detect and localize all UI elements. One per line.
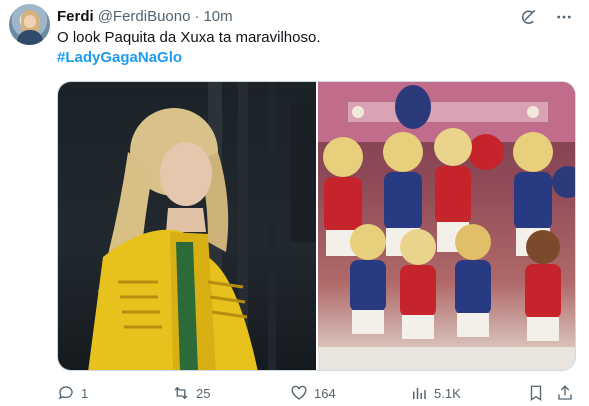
repost-button[interactable]: 25 xyxy=(172,382,210,404)
timestamp[interactable]: 10m xyxy=(203,8,232,25)
views-button[interactable]: 5.1K xyxy=(410,382,461,404)
photo-group-red-blue-uniforms[interactable] xyxy=(318,82,575,370)
like-count: 164 xyxy=(314,385,336,401)
view-count: 5.1K xyxy=(434,385,461,401)
grok-icon[interactable] xyxy=(517,6,539,28)
author-display-name[interactable]: Ferdi xyxy=(57,8,94,25)
avatar[interactable] xyxy=(9,4,50,45)
author-handle[interactable]: @FerdiBuono xyxy=(98,8,191,25)
heart-icon xyxy=(291,385,307,400)
photo-performer-yellow-jacket[interactable] xyxy=(58,82,316,370)
reply-button[interactable]: 1 xyxy=(57,382,88,404)
tweet-action-bar: 1 25 164 5.1K xyxy=(57,382,576,404)
like-button[interactable]: 164 xyxy=(290,382,336,404)
bookmark-button[interactable] xyxy=(527,382,545,404)
repost-icon xyxy=(174,386,188,400)
reply-icon xyxy=(58,386,73,400)
views-chart-icon xyxy=(413,387,426,399)
tweet-text: O look Paquita da Xuxa ta maravilhoso. xyxy=(57,29,321,46)
tweet-top-actions xyxy=(517,6,575,28)
more-options-icon[interactable] xyxy=(553,6,575,28)
bookmark-icon xyxy=(530,385,542,402)
reply-count: 1 xyxy=(81,385,89,401)
separator-dot: · xyxy=(194,7,200,25)
media-grid xyxy=(57,81,576,371)
hashtag-link[interactable]: #LadyGagaNaGlo xyxy=(57,48,182,68)
tweet-header: Ferdi @FerdiBuono · 10m xyxy=(57,7,233,25)
repost-count: 25 xyxy=(196,385,211,401)
share-button[interactable] xyxy=(556,382,574,404)
share-icon xyxy=(558,385,572,400)
